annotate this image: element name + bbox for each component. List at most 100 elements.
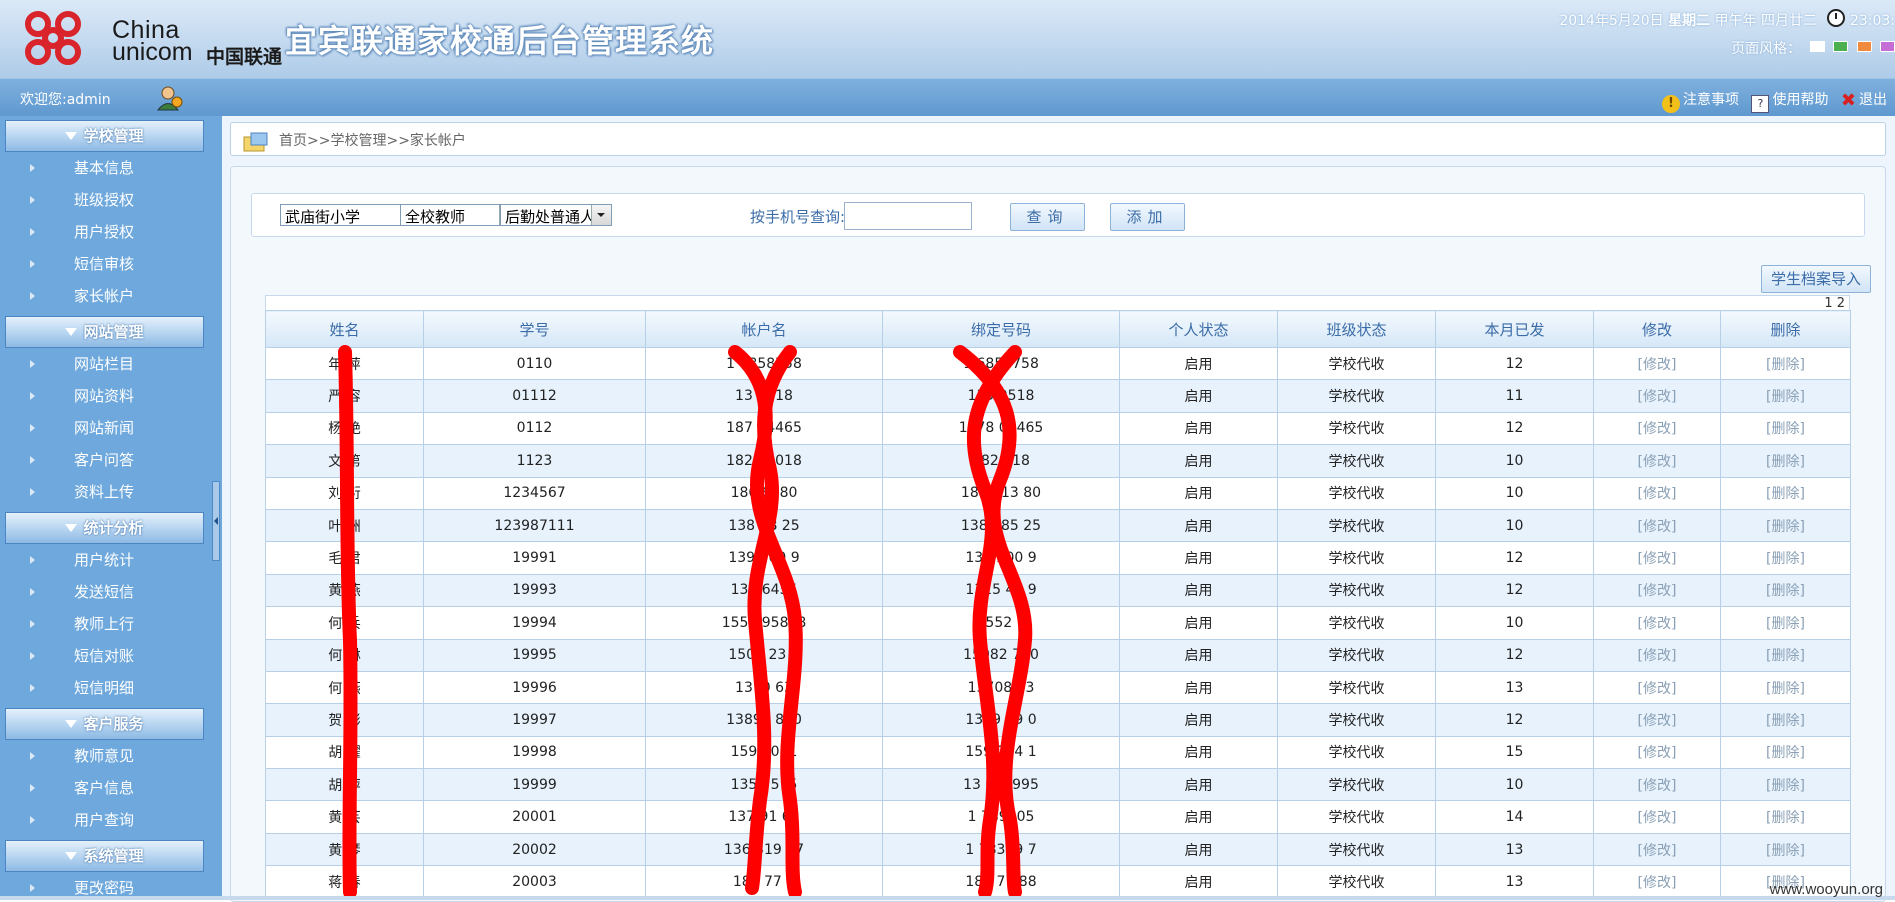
delete-link[interactable]: [删除]	[1720, 800, 1851, 834]
bullet-icon	[30, 164, 35, 172]
sidebar-group-title[interactable]: 网站管理	[5, 316, 204, 348]
sidebar-item-customer-qa[interactable]: 客户问答	[0, 444, 222, 476]
query-button[interactable]: 查询	[1010, 203, 1085, 231]
edit-link[interactable]: [修改]	[1593, 703, 1721, 737]
add-button[interactable]: 添加	[1110, 203, 1185, 231]
delete-link[interactable]: [删除]	[1720, 541, 1851, 575]
sidebar-group-title[interactable]: 系统管理	[5, 840, 204, 872]
sidebar-item-sms-review[interactable]: 短信审核	[0, 248, 222, 280]
edit-link[interactable]: [修改]	[1593, 476, 1721, 510]
delete-link[interactable]: [删除]	[1720, 832, 1851, 867]
edit-link[interactable]: [修改]	[1593, 411, 1721, 446]
sidebar-item-user-query[interactable]: 用户查询	[0, 804, 222, 836]
table-cell: 启用	[1119, 832, 1278, 867]
help-link[interactable]: 使用帮助	[1772, 92, 1828, 108]
edit-link[interactable]: [修改]	[1593, 832, 1721, 867]
edit-link[interactable]: [修改]	[1593, 606, 1721, 640]
chevron-down-icon[interactable]	[591, 205, 611, 225]
sidebar-item-upload[interactable]: 资料上传	[0, 476, 222, 508]
delete-link[interactable]: [删除]	[1720, 411, 1851, 446]
sidebar-item-user-stats[interactable]: 用户统计	[0, 544, 222, 576]
style-swatch-green[interactable]	[1833, 41, 1849, 52]
style-swatch-purple[interactable]	[1880, 41, 1895, 52]
table-row: 蒋 春 20003 180 77 8 180 77 88 启用 学校代收 13 [修改] [删除…	[265, 865, 1851, 899]
sidebar-group-title[interactable]: 客户服务	[5, 708, 204, 740]
edit-link[interactable]: [修改]	[1593, 444, 1721, 478]
table-cell: 15082 710	[882, 638, 1120, 672]
edit-link[interactable]: [修改]	[1593, 508, 1721, 543]
sidebar-item-basic-info[interactable]: 基本信息	[0, 152, 222, 184]
delete-link[interactable]: [删除]	[1720, 768, 1851, 802]
sidebar-item-site-news[interactable]: 网站新闻	[0, 412, 222, 444]
delete-link[interactable]: [删除]	[1720, 735, 1851, 770]
sidebar-item-sms-reconcile[interactable]: 短信对账	[0, 640, 222, 672]
table-cell: 学校代收	[1277, 768, 1436, 802]
edit-link[interactable]: [修改]	[1593, 379, 1721, 413]
student-import-button[interactable]: 学生档案导入	[1761, 265, 1871, 293]
phone-search-input[interactable]	[844, 202, 972, 230]
table-cell: 131 6455	[645, 573, 883, 608]
bullet-icon	[30, 292, 35, 300]
delete-link[interactable]: [删除]	[1720, 703, 1851, 737]
edit-link[interactable]: [修改]	[1593, 573, 1721, 608]
table-cell: 学校代收	[1277, 508, 1436, 543]
edit-link[interactable]: [修改]	[1593, 768, 1721, 802]
edit-link[interactable]: [修改]	[1593, 800, 1721, 834]
style-swatch-orange[interactable]	[1856, 41, 1872, 52]
sidebar-item-class-auth[interactable]: 班级授权	[0, 184, 222, 216]
pager[interactable]: 1 2	[265, 295, 1850, 311]
table-cell: 启用	[1119, 670, 1278, 705]
sidebar-item-label: 短信审核	[74, 255, 135, 273]
sidebar-item-teacher-upstream[interactable]: 教师上行	[0, 608, 222, 640]
table-cell: 0112	[423, 411, 646, 446]
sidebar-item-sms-detail[interactable]: 短信明细	[0, 672, 222, 704]
sidebar-item-send-sms[interactable]: 发送短信	[0, 576, 222, 608]
table-cell: 136 319 37	[645, 832, 883, 867]
sidebar: 学校管理 基本信息 班级授权 用户授权 短信审核 家长帐户 网站管理 网站栏目 …	[0, 116, 222, 900]
sidebar-item-parent-accounts[interactable]: 家长帐户	[0, 280, 222, 312]
delete-link[interactable]: [删除]	[1720, 379, 1851, 413]
delete-link[interactable]: [删除]	[1720, 638, 1851, 672]
unicom-knot-icon	[25, 11, 81, 65]
delete-link[interactable]: [删除]	[1720, 508, 1851, 543]
sidebar-item-customer-info[interactable]: 客户信息	[0, 772, 222, 804]
sidebar-collapse-handle[interactable]	[212, 481, 220, 561]
sidebar-item-site-materials[interactable]: 网站资料	[0, 380, 222, 412]
table-cell: 138 28 25	[645, 508, 883, 543]
delete-link[interactable]: [删除]	[1720, 476, 1851, 510]
bottom-strip	[0, 896, 1895, 900]
table-cell: 学校代收	[1277, 476, 1436, 510]
edit-link[interactable]: [修改]	[1593, 541, 1721, 575]
watermark-text: www.wooyun.org	[1769, 881, 1883, 898]
edit-link[interactable]: [修改]	[1593, 638, 1721, 672]
table-cell: 20003	[423, 865, 646, 899]
table-cell: 1 6858758	[882, 346, 1120, 381]
sidebar-item-teacher-feedback[interactable]: 教师意见	[0, 740, 222, 772]
table-cell: 19995	[423, 638, 646, 672]
edit-link[interactable]: [修改]	[1593, 670, 1721, 705]
table-cell: 1350 515	[645, 768, 883, 802]
edit-link[interactable]: [修改]	[1593, 735, 1721, 770]
sidebar-group-title[interactable]: 统计分析	[5, 512, 204, 544]
top-bar: 欢迎您:admin ! 注意事项 ? 使用帮助 ✖ 退出	[0, 78, 1895, 117]
table-cell: 学校代收	[1277, 606, 1436, 640]
sidebar-item-user-auth[interactable]: 用户授权	[0, 216, 222, 248]
sidebar-item-site-columns[interactable]: 网站栏目	[0, 348, 222, 380]
delete-link[interactable]: [删除]	[1720, 573, 1851, 608]
table-cell: 学校代收	[1277, 541, 1436, 575]
exit-link[interactable]: 退出	[1859, 92, 1887, 108]
table-cell: 14	[1435, 800, 1594, 834]
delete-link[interactable]: [删除]	[1720, 670, 1851, 705]
style-swatch-white[interactable]	[1809, 41, 1825, 52]
weekday-text: 星期二	[1668, 13, 1711, 29]
edit-link[interactable]: [修改]	[1593, 865, 1721, 899]
delete-link[interactable]: [删除]	[1720, 444, 1851, 478]
table-cell: 187 04465	[645, 411, 883, 446]
edit-link[interactable]: [修改]	[1593, 346, 1721, 381]
notice-link[interactable]: 注意事项	[1683, 92, 1739, 108]
delete-link[interactable]: [删除]	[1720, 606, 1851, 640]
delete-link[interactable]: [删除]	[1720, 346, 1851, 381]
sidebar-group-title[interactable]: 学校管理	[5, 120, 204, 152]
dept-select[interactable]: 后勤处普通人	[500, 204, 612, 226]
table-cell: 01112	[423, 379, 646, 413]
